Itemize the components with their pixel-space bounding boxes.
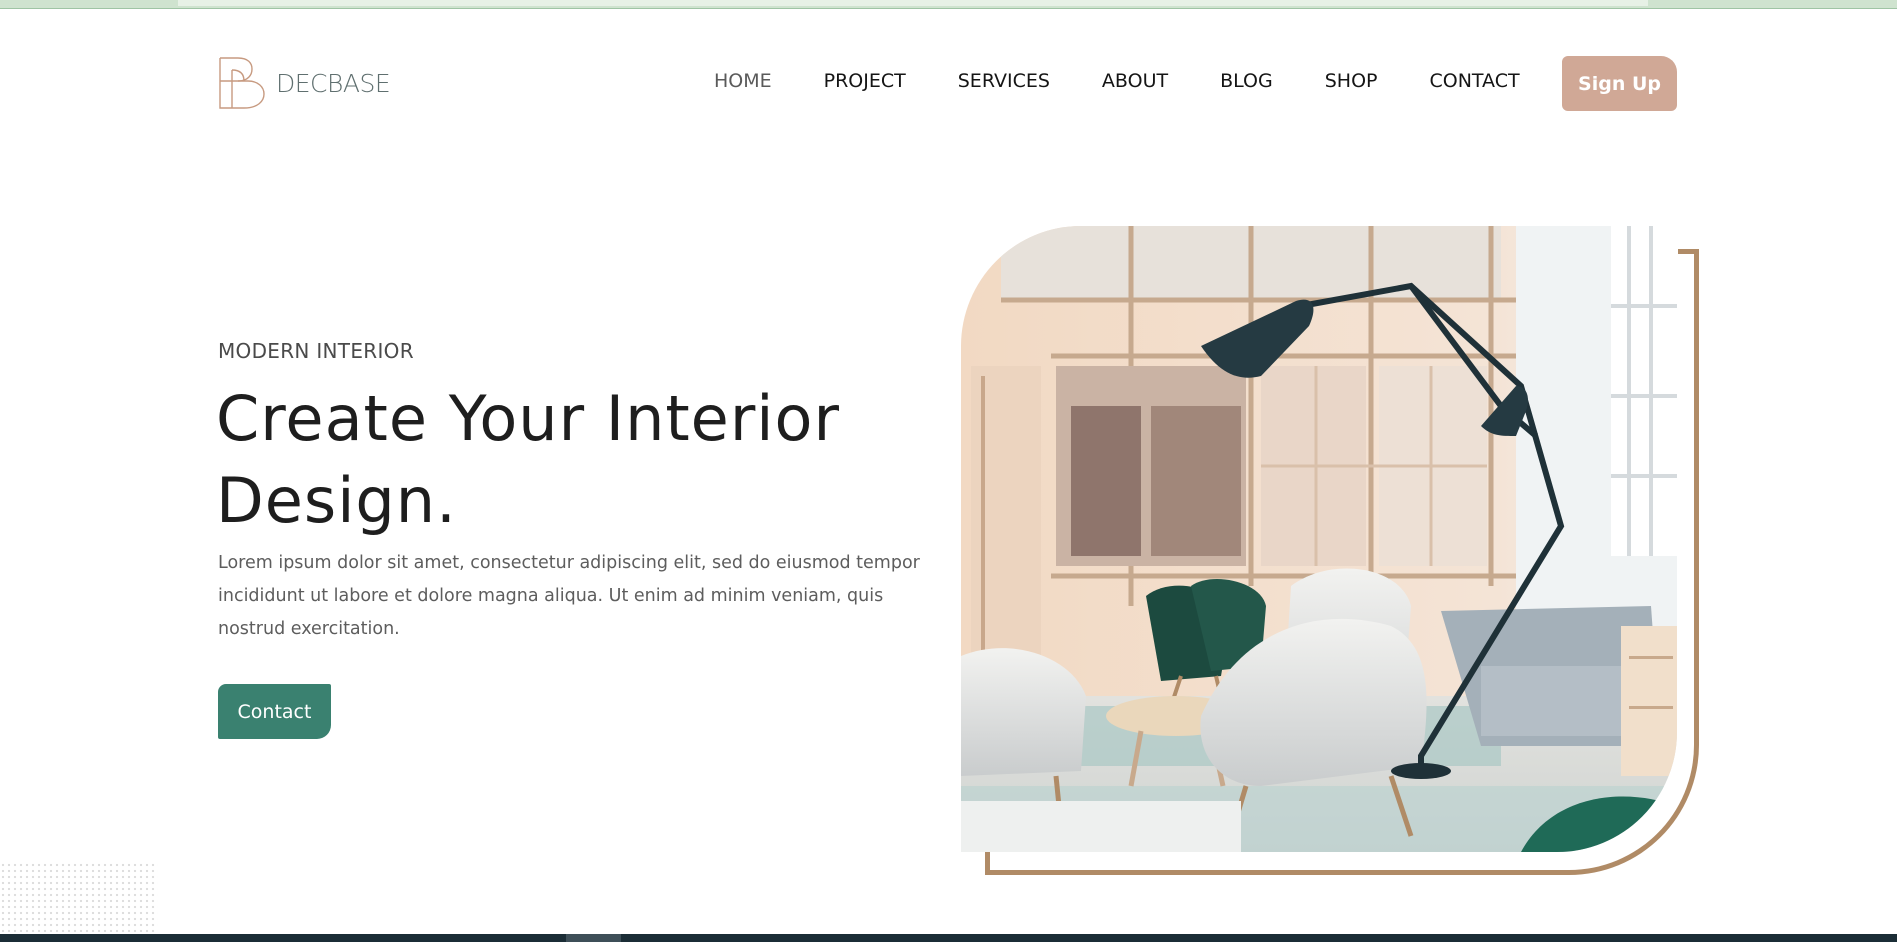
nav-project[interactable]: PROJECT: [824, 70, 906, 92]
nav-home[interactable]: HOME: [714, 70, 772, 92]
interior-illustration: [961, 226, 1677, 852]
main-nav: HOME PROJECT SERVICES ABOUT BLOG SHOP CO…: [714, 70, 1572, 92]
dot-pattern-decoration: [0, 862, 158, 934]
image-frame-top-edge: [1678, 249, 1699, 254]
nav-shop[interactable]: SHOP: [1325, 70, 1378, 92]
top-strip: [0, 0, 1897, 9]
hero-description: Lorem ipsum dolor sit amet, consectetur …: [218, 553, 920, 639]
top-strip-inner: [178, 0, 1648, 6]
logo[interactable]: DECBASE: [218, 56, 391, 110]
b-monogram-icon: [219, 57, 265, 109]
image-frame-left-edge: [985, 852, 990, 875]
hero-subtitle: MODERN INTERIOR: [218, 339, 414, 363]
nav-contact[interactable]: CONTACT: [1429, 70, 1519, 92]
hero-title: Create Your Interior Design.: [216, 382, 840, 537]
nav-services[interactable]: SERVICES: [958, 70, 1050, 92]
bottom-bar: [0, 934, 1897, 942]
bottom-bar-tab: [566, 934, 621, 942]
contact-button[interactable]: Contact: [218, 684, 331, 739]
signup-button[interactable]: Sign Up: [1562, 56, 1677, 111]
interior-photo: [961, 226, 1677, 852]
nav-about[interactable]: ABOUT: [1102, 70, 1168, 92]
brand-name: DECBASE: [276, 68, 391, 98]
nav-blog[interactable]: BLOG: [1220, 70, 1273, 92]
